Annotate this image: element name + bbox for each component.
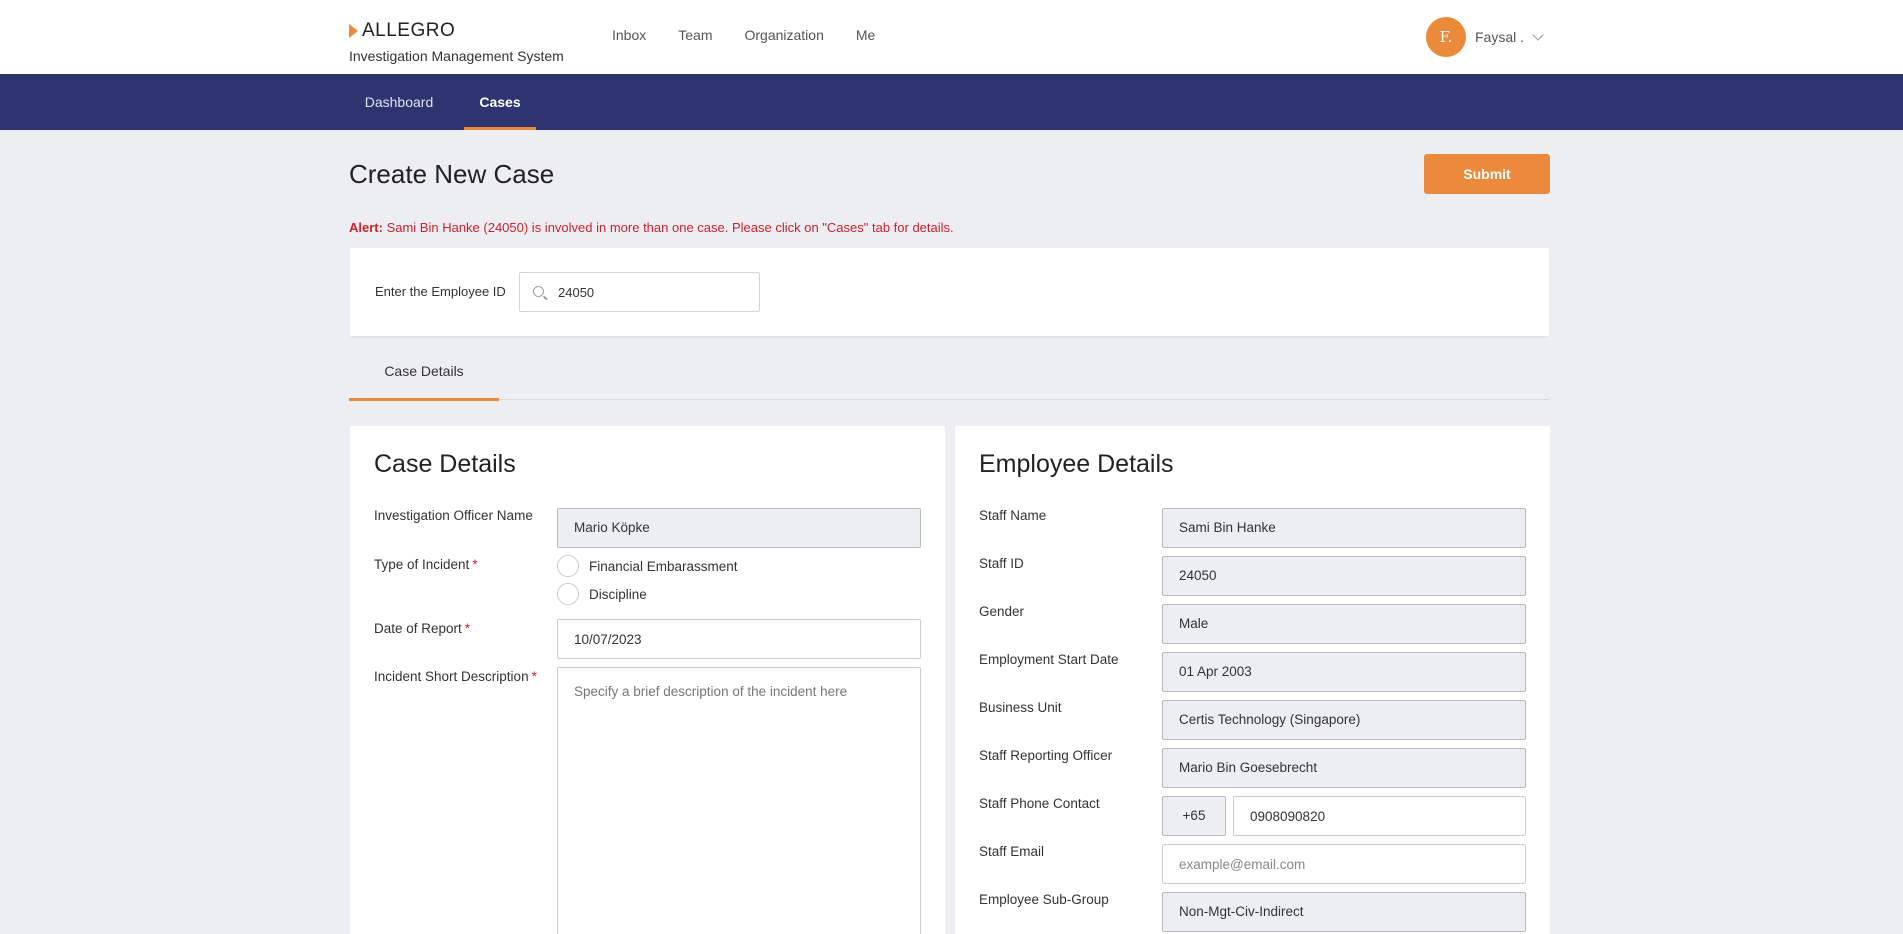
staff-name-label: Staff Name [979, 508, 1047, 523]
subgroup-label: Employee Sub-Group [979, 892, 1109, 907]
radio-discipline[interactable] [557, 583, 579, 605]
tab-cases[interactable]: Cases [464, 74, 536, 130]
radio-financial[interactable] [557, 555, 579, 577]
search-icon [533, 286, 544, 297]
required-mark: * [464, 621, 471, 636]
required-mark: * [531, 669, 537, 684]
brand[interactable]: ALLEGRO Investigation Management System [349, 20, 564, 64]
phone-input[interactable] [1233, 796, 1526, 836]
phone-country-code: +65 [1162, 796, 1226, 836]
officer-name-label: Investigation Officer Name [374, 508, 533, 523]
top-header: ALLEGRO Investigation Management System … [0, 0, 1903, 74]
staff-id-label: Staff ID [979, 556, 1024, 571]
staff-name-field: Sami Bin Hanke [1162, 508, 1526, 548]
page-title: Create New Case [349, 159, 555, 189]
incident-option-financial[interactable]: Financial Embarassment [557, 555, 738, 577]
tab-dashboard[interactable]: Dashboard [349, 74, 449, 130]
user-menu[interactable]: F. Faysal . [1426, 17, 1544, 57]
subgroup-field: Non-Mgt-Civ-Indirect [1162, 892, 1526, 932]
email-label: Staff Email [979, 844, 1045, 859]
gender-field: Male [1162, 604, 1526, 644]
required-mark: * [472, 557, 478, 572]
employee-search-card: Enter the Employee ID [350, 248, 1549, 336]
alert-text: Sami Bin Hanke (24050) is involved in mo… [382, 220, 954, 235]
start-date-field: 01 Apr 2003 [1162, 652, 1526, 692]
brand-subtitle: Investigation Management System [349, 48, 564, 64]
staff-id-field: 24050 [1162, 556, 1526, 596]
nav-inbox[interactable]: Inbox [612, 27, 646, 43]
radio-discipline-label: Discipline [589, 586, 647, 602]
user-name: Faysal . [1475, 29, 1525, 45]
phone-label: Staff Phone Contact [979, 796, 1100, 811]
nav-team[interactable]: Team [678, 27, 712, 43]
reporting-officer-field: Mario Bin Goesebrecht [1162, 748, 1526, 788]
officer-name-field: Mario Köpke [557, 508, 921, 548]
main-navbar: Dashboard Cases [0, 74, 1903, 130]
allegro-logo-icon [349, 24, 358, 38]
date-of-report-input[interactable] [557, 619, 921, 659]
case-details-card: Case Details Investigation Officer Name … [350, 426, 945, 934]
case-alert: Alert: Sami Bin Hanke (24050) is involve… [349, 220, 954, 235]
chevron-down-icon [1532, 29, 1544, 41]
business-unit-field: Certis Technology (Singapore) [1162, 700, 1526, 740]
employee-details-title: Employee Details [979, 450, 1174, 478]
brand-name: ALLEGRO [362, 20, 456, 41]
reporting-officer-label: Staff Reporting Officer [979, 748, 1113, 763]
avatar: F. [1426, 17, 1466, 57]
top-nav: Inbox Team Organization Me [612, 27, 907, 43]
nav-organization[interactable]: Organization [744, 27, 823, 43]
email-input[interactable] [1162, 844, 1526, 884]
submit-button[interactable]: Submit [1424, 154, 1550, 194]
business-unit-label: Business Unit [979, 700, 1062, 715]
case-details-title: Case Details [374, 450, 516, 478]
alert-prefix: Alert: [349, 220, 383, 235]
employee-id-input[interactable] [558, 273, 748, 311]
incident-type-label-text: Type of Incident [374, 557, 470, 572]
radio-financial-label: Financial Embarassment [589, 558, 738, 574]
section-tabs: Case Details [349, 350, 1549, 401]
description-label-text: Incident Short Description [374, 669, 529, 684]
start-date-label: Employment Start Date [979, 652, 1119, 667]
date-of-report-label-text: Date of Report [374, 621, 462, 636]
incident-description-input[interactable] [557, 667, 921, 934]
gender-label: Gender [979, 604, 1025, 619]
incident-type-label: Type of Incident * [374, 557, 478, 572]
incident-option-discipline[interactable]: Discipline [557, 583, 647, 605]
description-label: Incident Short Description * [374, 669, 537, 684]
employee-id-search[interactable] [519, 272, 760, 312]
nav-me[interactable]: Me [856, 27, 875, 43]
tab-case-details[interactable]: Case Details [349, 350, 499, 401]
employee-details-card: Employee Details Staff Name Sami Bin Han… [955, 426, 1550, 934]
employee-id-label: Enter the Employee ID [375, 284, 506, 299]
date-of-report-label: Date of Report * [374, 621, 470, 636]
